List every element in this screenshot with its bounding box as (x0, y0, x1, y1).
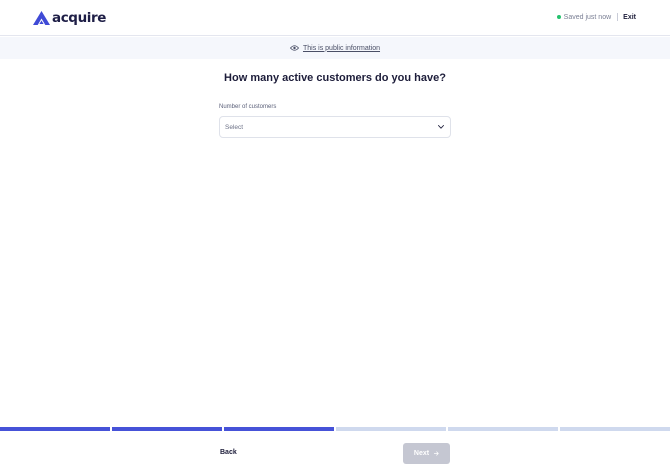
next-button-label: Next (413, 450, 430, 457)
eye-icon (289, 45, 299, 51)
progress-segment (560, 427, 670, 431)
customers-select-value: Select (225, 124, 244, 131)
back-button[interactable]: Back (220, 449, 237, 456)
saved-status-dot-icon (556, 15, 561, 19)
progress-segment (448, 427, 558, 431)
progress-bar (0, 427, 670, 431)
public-info-banner: This is public information (0, 37, 670, 59)
customers-field-label: Number of customers (219, 104, 277, 110)
acquire-logo-icon (33, 11, 50, 25)
progress-segment (112, 427, 222, 431)
save-status-area: Saved just now Exit (556, 13, 636, 21)
brand-name: acquire (52, 10, 107, 26)
customers-select[interactable]: Select (219, 116, 451, 138)
arrow-right-icon (434, 451, 439, 456)
divider (617, 13, 619, 21)
chevron-down-icon (438, 125, 444, 129)
acquire-logo[interactable]: acquire (33, 11, 106, 25)
top-bar: acquire Saved just now Exit (0, 0, 670, 36)
exit-link[interactable]: Exit (623, 14, 636, 21)
progress-segment (0, 427, 110, 431)
progress-segment (336, 427, 446, 431)
page-question-heading: How many active customers do you have? (224, 72, 446, 84)
public-info-link[interactable]: This is public information (303, 45, 380, 52)
next-button[interactable]: Next (403, 443, 450, 464)
saved-status-text: Saved just now (563, 13, 612, 21)
progress-segment (224, 427, 334, 431)
